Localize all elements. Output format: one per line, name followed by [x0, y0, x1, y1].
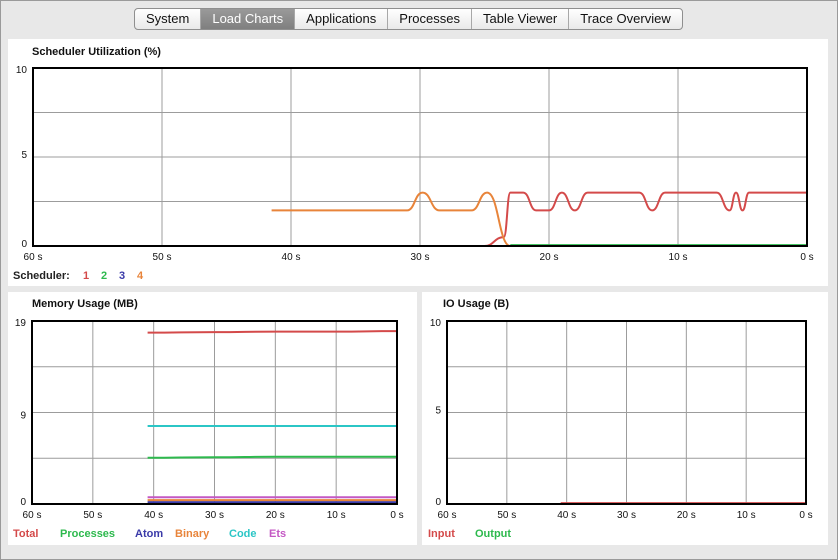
tab-processes[interactable]: Processes: [388, 9, 472, 29]
legend-title: Scheduler:: [13, 270, 70, 282]
x-tick-label: 30 s: [617, 510, 636, 521]
legend-item-ets: Ets: [269, 528, 286, 540]
scheduler-utilization-panel: Scheduler Utilization (%) 0 5 10 60 s 50 s 40 …: [8, 39, 828, 286]
y-tick-label: 19: [15, 318, 27, 329]
x-tick-label: 0 s: [800, 252, 813, 263]
x-tick-label: 40 s: [144, 510, 163, 521]
io-usage-panel: IO Usage (B) 0 5 10 60 s 50 s 40 s 30 s 20 s 10 s…: [422, 292, 828, 545]
legend-item-atom: Atom: [135, 528, 163, 540]
legend-item-4: 4: [137, 270, 144, 282]
tab-load-charts[interactable]: Load Charts: [201, 9, 296, 29]
x-tick-label: 50 s: [153, 252, 172, 263]
chart-title: IO Usage (B): [443, 298, 509, 310]
chart-title: Memory Usage (MB): [32, 298, 138, 310]
tab-trace-overview[interactable]: Trace Overview: [569, 9, 682, 29]
x-tick-label: 20 s: [266, 510, 285, 521]
x-tick-label: 20 s: [677, 510, 696, 521]
series-line-1: [271, 191, 807, 248]
legend-item-total: Total: [13, 528, 38, 540]
x-tick-label: 50 s: [83, 510, 102, 521]
x-tick-label: 30 s: [411, 252, 430, 263]
x-tick-label: 40 s: [557, 510, 576, 521]
legend-item-2: 2: [101, 270, 107, 282]
legend-item-output: Output: [475, 528, 511, 540]
chart-title: Scheduler Utilization (%): [32, 46, 161, 58]
legend-item-3: 3: [119, 270, 125, 282]
x-tick-label: 60 s: [23, 510, 42, 521]
y-tick-label: 0: [20, 497, 26, 508]
x-tick-label: 40 s: [282, 252, 301, 263]
x-tick-label: 0 s: [390, 510, 403, 521]
tab-applications[interactable]: Applications: [295, 9, 389, 29]
x-tick-label: 60 s: [438, 510, 457, 521]
y-tick-label: 0: [21, 239, 27, 250]
y-tick-label: 10: [430, 318, 442, 329]
x-tick-label: 10 s: [737, 510, 756, 521]
x-tick-label: 60 s: [24, 252, 43, 263]
series-line-processes: [147, 455, 397, 459]
series-line-4: [271, 191, 807, 248]
x-tick-label: 10 s: [669, 252, 688, 263]
y-tick-label: 10: [16, 65, 28, 76]
legend-item-processes: Processes: [60, 528, 115, 540]
y-tick-label: 0: [435, 497, 441, 508]
y-tick-label: 9: [20, 410, 26, 421]
memory-usage-chart: Memory Usage (MB) 0 9 19 60 s 50 s 40 s 30 s 20 …: [13, 298, 404, 540]
y-tick-label: 5: [435, 406, 441, 417]
legend-item-input: Input: [428, 528, 455, 540]
x-tick-label: 50 s: [497, 510, 516, 521]
io-usage-chart: IO Usage (B) 0 5 10 60 s 50 s 40 s 30 s 20 s 10 s…: [428, 298, 813, 540]
x-tick-label: 0 s: [799, 510, 812, 521]
x-tick-label: 10 s: [327, 510, 346, 521]
legend-item-binary: Binary: [175, 528, 210, 540]
x-tick-label: 20 s: [540, 252, 559, 263]
tab-table-viewer[interactable]: Table Viewer: [472, 9, 570, 29]
tab-bar: System Load Charts Applications Processes Ta…: [134, 8, 683, 30]
legend-item-1: 1: [83, 270, 89, 282]
memory-usage-panel: Memory Usage (MB) 0 9 19 60 s 50 s 40 s 30 s 20 …: [8, 292, 417, 545]
series-line-total: [147, 330, 398, 334]
x-tick-label: 30 s: [205, 510, 224, 521]
tab-system[interactable]: System: [135, 9, 202, 29]
legend-item-code: Code: [229, 528, 257, 540]
y-tick-label: 5: [21, 150, 27, 161]
scheduler-utilization-chart: Scheduler Utilization (%)051060 s 50 s 40 …: [13, 46, 814, 282]
